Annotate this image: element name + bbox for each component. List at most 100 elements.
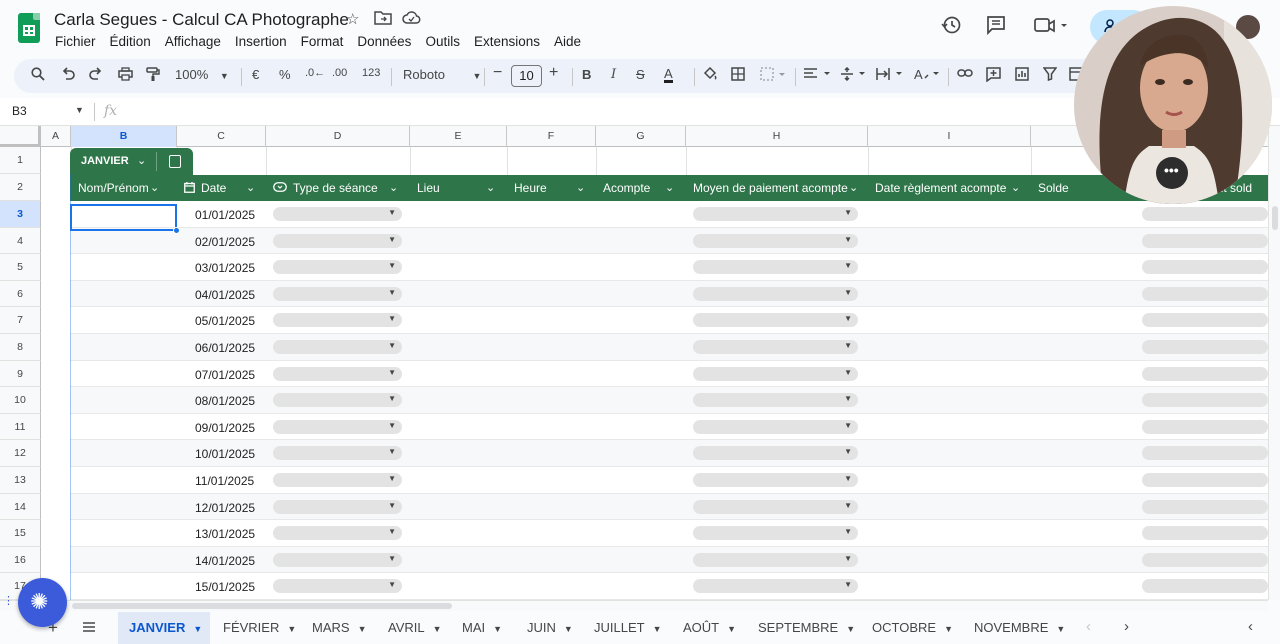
- dropdown-chip[interactable]: ▼: [693, 473, 858, 487]
- dropdown-chip[interactable]: ▼: [693, 552, 858, 567]
- sheet-tab[interactable]: OCTOBRE ▼: [861, 612, 961, 644]
- column-menu-chevron-icon[interactable]: ⌄: [150, 175, 159, 201]
- table-header-cell[interactable]: Heure: [514, 175, 547, 201]
- row-header-1[interactable]: 1: [0, 147, 41, 174]
- table-row[interactable]: 08/01/2025 ▼ ▼: [70, 387, 1268, 414]
- text-color-icon[interactable]: A: [664, 67, 673, 83]
- date-cell[interactable]: 12/01/2025: [195, 501, 255, 515]
- table-row[interactable]: 11/01/2025 ▼ ▼: [70, 467, 1268, 494]
- increase-font-size-button[interactable]: +: [549, 64, 558, 82]
- date-cell[interactable]: 08/01/2025: [195, 394, 255, 408]
- column-header-e[interactable]: E: [410, 126, 507, 147]
- webcam-more-options-button[interactable]: •••: [1156, 157, 1188, 189]
- column-header-d[interactable]: D: [266, 126, 410, 147]
- scroll-sheets-left-icon[interactable]: ‹: [1086, 618, 1091, 635]
- increase-decimal-button[interactable]: .00: [332, 67, 347, 79]
- column-header-i[interactable]: I: [868, 126, 1031, 147]
- sheet-tab-menu-icon[interactable]: ▼: [358, 624, 367, 634]
- dropdown-chip[interactable]: ▼: [273, 340, 402, 354]
- dropdown-chip[interactable]: ▼: [693, 393, 858, 408]
- column-menu-chevron-icon[interactable]: ⌄: [1011, 175, 1020, 201]
- sheet-tab[interactable]: JUILLET ▼: [583, 612, 670, 644]
- dropdown-chip[interactable]: [1142, 526, 1268, 541]
- dropdown-chip[interactable]: [1142, 286, 1268, 301]
- sheet-tab-menu-icon[interactable]: ▼: [193, 624, 202, 634]
- dropdown-chip[interactable]: ▼: [693, 260, 858, 275]
- date-cell[interactable]: 07/01/2025: [195, 368, 255, 382]
- column-menu-chevron-icon[interactable]: ⌄: [389, 175, 398, 201]
- table-calculator-icon[interactable]: [169, 155, 181, 168]
- side-panel-toggle-icon[interactable]: ‹: [1248, 618, 1253, 635]
- table-row[interactable]: 03/01/2025 ▼ ▼: [70, 254, 1268, 281]
- meet-video-icon[interactable]: [1034, 15, 1068, 41]
- sheet-tab[interactable]: AVRIL ▼: [377, 612, 449, 644]
- vertical-scroll-thumb[interactable]: [1272, 206, 1278, 230]
- column-header-h[interactable]: H: [686, 126, 868, 147]
- menu-fichier[interactable]: Fichier: [48, 32, 103, 51]
- table-row[interactable]: 14/01/2025 ▼ ▼: [70, 546, 1268, 574]
- table-name-chip[interactable]: JANVIER ⌄: [70, 148, 193, 175]
- date-cell[interactable]: 02/01/2025: [195, 235, 255, 249]
- dropdown-chip[interactable]: ▼: [693, 207, 858, 221]
- dropdown-chip[interactable]: [1142, 419, 1268, 434]
- menu-donnees[interactable]: Données: [350, 32, 418, 51]
- search-menus-icon[interactable]: [31, 67, 45, 84]
- horizontal-scroll-thumb[interactable]: [72, 603, 452, 609]
- sheet-tab-menu-icon[interactable]: ▼: [653, 624, 662, 634]
- sheet-tab[interactable]: MARS ▼: [301, 612, 375, 644]
- cloud-saved-icon[interactable]: [402, 10, 421, 28]
- dropdown-chip[interactable]: [1142, 366, 1268, 381]
- dropdown-chip[interactable]: [1142, 473, 1268, 487]
- row-header-16[interactable]: 16: [0, 546, 41, 574]
- fill-handle[interactable]: [173, 227, 180, 234]
- dropdown-chip[interactable]: ▼: [273, 260, 402, 275]
- column-header-f[interactable]: F: [507, 126, 596, 147]
- sheet-tab-menu-icon[interactable]: ▼: [1056, 624, 1065, 634]
- document-title[interactable]: Carla Segues - Calcul CA Photographe: [54, 10, 349, 30]
- row-header-7[interactable]: 7: [0, 307, 41, 334]
- dropdown-chip[interactable]: ▼: [273, 393, 402, 408]
- vertical-align-icon[interactable]: [840, 66, 866, 84]
- table-header-cell[interactable]: Lieu: [417, 175, 440, 201]
- name-box[interactable]: B3: [12, 104, 27, 118]
- row-header-8[interactable]: 8: [0, 334, 41, 361]
- sheet-tab-menu-icon[interactable]: ▼: [433, 624, 442, 634]
- merge-cells-icon[interactable]: [760, 67, 786, 84]
- currency-format-button[interactable]: €: [252, 67, 259, 82]
- more-formats-button[interactable]: 123: [362, 67, 380, 79]
- insert-link-icon[interactable]: [957, 67, 973, 82]
- dropdown-chip[interactable]: ▼: [693, 286, 858, 301]
- dropdown-chip[interactable]: ▼: [273, 366, 402, 381]
- dropdown-chip[interactable]: ▼: [273, 473, 402, 487]
- move-folder-icon[interactable]: [374, 10, 392, 29]
- dropdown-chip[interactable]: ▼: [693, 419, 858, 434]
- menu-extensions[interactable]: Extensions: [467, 32, 547, 51]
- italic-icon[interactable]: I: [611, 67, 616, 82]
- table-row[interactable]: 07/01/2025 ▼ ▼: [70, 361, 1268, 388]
- row-header-15[interactable]: 15: [0, 520, 41, 547]
- sheet-tab[interactable]: JUIN ▼: [516, 612, 581, 644]
- dropdown-chip[interactable]: ▼: [273, 313, 402, 328]
- column-menu-chevron-icon[interactable]: ⌄: [486, 175, 495, 201]
- column-header-c[interactable]: C: [177, 126, 266, 147]
- dropdown-chip[interactable]: ▼: [693, 233, 858, 248]
- table-header-cell[interactable]: Date: [184, 175, 226, 201]
- fill-color-icon[interactable]: [702, 66, 717, 85]
- filter-icon[interactable]: [1042, 67, 1058, 84]
- row-header-13[interactable]: 13: [0, 467, 41, 494]
- redo-icon[interactable]: [89, 67, 103, 84]
- dropdown-chip[interactable]: [1142, 552, 1268, 567]
- percent-format-button[interactable]: %: [279, 67, 291, 82]
- all-sheets-menu-icon[interactable]: [82, 620, 96, 636]
- dropdown-chip[interactable]: [1142, 579, 1268, 594]
- sheet-tab-menu-icon[interactable]: ▼: [564, 624, 573, 634]
- sheet-tab-menu-icon[interactable]: ▼: [287, 624, 296, 634]
- table-row[interactable]: 12/01/2025 ▼ ▼: [70, 493, 1268, 521]
- row-header-10[interactable]: 10: [0, 387, 41, 414]
- dropdown-chip[interactable]: [1142, 260, 1268, 275]
- row-header-11[interactable]: 11: [0, 413, 41, 441]
- date-cell[interactable]: 01/01/2025: [195, 208, 255, 222]
- sheet-tab[interactable]: AOÛT ▼: [672, 612, 745, 644]
- dropdown-chip[interactable]: ▼: [693, 499, 858, 514]
- dropdown-chip[interactable]: [1142, 393, 1268, 408]
